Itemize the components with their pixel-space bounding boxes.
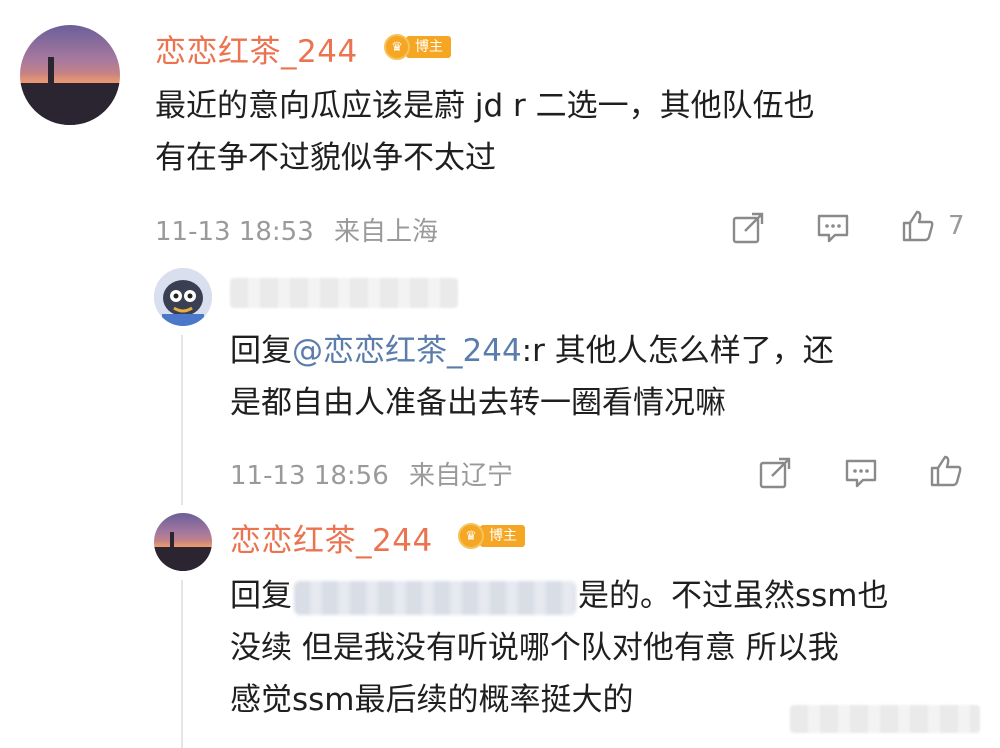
mention-link[interactable]: @恋恋红茶_244	[292, 333, 522, 369]
reply-text-segment: :r 其他人怎么样了，还	[521, 333, 834, 369]
thread-line	[181, 335, 183, 505]
badge-label: 博主	[406, 36, 451, 58]
thumbs-up-icon[interactable]	[900, 208, 936, 244]
reply-text-line: 是都自由人准备出去转一圈看情况嘛	[230, 385, 726, 421]
thumbs-up-icon[interactable]	[928, 453, 964, 489]
reply-text: 回复@恋恋红茶_244:r 其他人怎么样了，还 是都自由人准备出去转一圈看情况嘛	[230, 325, 970, 429]
thread-line	[181, 580, 183, 748]
like-count: 7	[948, 211, 965, 241]
location: 来自上海	[334, 217, 439, 247]
avatar[interactable]	[20, 25, 120, 125]
badge-label: 博主	[480, 525, 525, 547]
reply-text-line: 回复 是的。不过虽然ssm也	[230, 570, 990, 622]
crown-icon: ♛	[384, 34, 410, 60]
comment-icon[interactable]	[843, 455, 879, 491]
avatar[interactable]	[154, 513, 212, 571]
blurred-username	[230, 278, 458, 308]
blurred-watermark	[790, 705, 980, 733]
avatar[interactable]	[154, 268, 212, 326]
blogger-badge: ♛ 博主	[458, 522, 525, 550]
reply-text-segment: 是的。不过虽然ssm也	[578, 578, 889, 614]
reply-text: 回复 是的。不过虽然ssm也 没续 但是我没有听说哪个队对他有意 所以我 感觉ss…	[230, 570, 990, 726]
location: 来自辽宁	[409, 461, 514, 491]
username[interactable]: 恋恋红茶_244	[230, 515, 433, 560]
comment-text-line: 有在争不过貌似争不太过	[155, 140, 496, 176]
reply-meta: 11-13 18:56 来自辽宁	[230, 455, 513, 492]
crown-icon: ♛	[458, 523, 484, 549]
username[interactable]: 恋恋红茶_244	[155, 26, 358, 71]
comment-icon[interactable]	[815, 210, 851, 246]
reply-text-line: 没续 但是我没有听说哪个队对他有意 所以我	[230, 630, 839, 666]
reply-text-line: 回复@恋恋红茶_244:r 其他人怎么样了，还	[230, 325, 970, 377]
blurred-mention	[294, 580, 576, 615]
reply-prefix: 回复	[230, 578, 292, 614]
timestamp: 11-13 18:56	[230, 461, 389, 491]
comment-meta: 11-13 18:53 来自上海	[155, 211, 438, 248]
comment-text: 最近的意向瓜应该是蔚 jd r 二选一，其他队伍也 有在争不过貌似争不太过	[155, 80, 975, 184]
share-icon[interactable]	[730, 210, 766, 246]
blogger-badge: ♛ 博主	[384, 33, 451, 61]
comment-text-line: 最近的意向瓜应该是蔚 jd r 二选一，其他队伍也	[155, 88, 815, 124]
share-icon[interactable]	[757, 455, 793, 491]
timestamp: 11-13 18:53	[155, 217, 314, 247]
reply-prefix: 回复	[230, 333, 292, 369]
